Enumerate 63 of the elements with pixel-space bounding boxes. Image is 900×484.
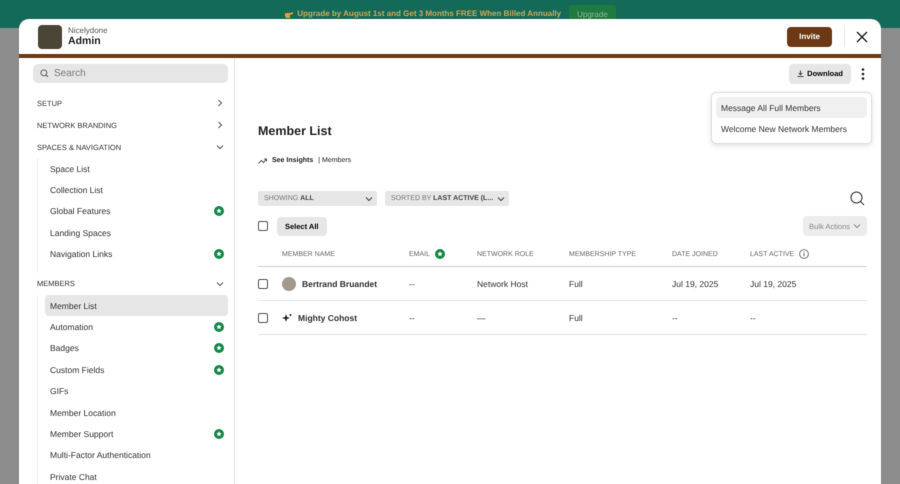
star-badge-icon [214, 206, 224, 216]
sidebar-item[interactable]: Collection List [45, 179, 228, 201]
star-badge-icon [214, 322, 224, 332]
chevron-icon [853, 222, 861, 230]
chevron-icon [216, 143, 224, 151]
network-name: Nicelydone [68, 26, 109, 35]
member-name: Bertrand Bruandet [302, 278, 378, 288]
sidebar-item[interactable]: Landing Spaces [45, 222, 228, 244]
table-cell: Full [569, 278, 583, 288]
table-cell: -- [409, 312, 415, 322]
sidebar-item[interactable]: Member Support [45, 423, 228, 445]
star-badge-icon [214, 428, 224, 439]
avatar [282, 276, 296, 290]
chevron-icon [216, 280, 224, 288]
download-icon [797, 70, 804, 77]
checkbox[interactable] [258, 221, 268, 231]
sidebar-item[interactable]: Private Chat [45, 466, 228, 484]
close-icon [855, 30, 869, 44]
network-logo [38, 24, 62, 48]
table-cell: Full [569, 312, 583, 322]
page-title: Member List [258, 124, 332, 138]
chevron-icon [216, 121, 224, 129]
info-icon [799, 249, 810, 259]
chevron-icon [216, 99, 224, 107]
search-field[interactable]: Search [33, 64, 228, 83]
star-badge-icon [214, 343, 224, 354]
banner-text: Upgrade by August 1st and Get 3 Months FREE When Billed Annually [297, 8, 562, 20]
search-input[interactable]: Search [54, 68, 204, 79]
star-badge-icon [214, 249, 224, 260]
sidebar-item[interactable]: Automation [45, 316, 228, 338]
table-cell: Jul 19, 2025 [672, 278, 718, 288]
search-icon [40, 69, 49, 78]
table-cell: Jul 19, 2025 [750, 278, 796, 288]
sidebar-item[interactable]: Custom Fields [45, 359, 228, 381]
table-cell: -- [750, 312, 756, 322]
sidebar-item[interactable]: Global Features [45, 200, 228, 222]
sidebar-item[interactable]: Badges [45, 338, 228, 360]
checkbox[interactable] [258, 312, 268, 322]
invite-button[interactable]: Invite [787, 26, 832, 46]
table-cell: Network Host [477, 278, 528, 288]
sidebar-item[interactable]: GIFs [45, 380, 228, 402]
star-badge-icon [214, 364, 224, 375]
modal-title: Admin [68, 35, 102, 47]
sparkle-icon [282, 312, 292, 322]
table-cell: -- [672, 312, 678, 322]
trend-icon [258, 158, 267, 164]
table-cell: — [477, 312, 486, 322]
sidebar-item[interactable]: Navigation Links [45, 244, 228, 265]
kebab-menu-icon [861, 68, 865, 80]
checkbox[interactable] [258, 278, 268, 288]
search-button[interactable] [848, 189, 867, 208]
search-icon [850, 191, 865, 206]
star-badge-icon [435, 249, 446, 259]
sidebar-item[interactable]: Space List [45, 158, 228, 180]
menu-item[interactable]: Message All Full Members [716, 97, 867, 118]
more-options-button[interactable] [859, 66, 867, 82]
table-cell: -- [409, 278, 415, 288]
sidebar-item[interactable]: Multi-Factor Authentication [45, 444, 228, 466]
sidebar-item[interactable]: Member Location [45, 402, 228, 424]
chevron-icon [497, 194, 506, 202]
sidebar-item[interactable]: Member List [45, 294, 228, 316]
chevron-icon [365, 194, 373, 202]
member-name: Mighty Cohost [298, 312, 358, 322]
